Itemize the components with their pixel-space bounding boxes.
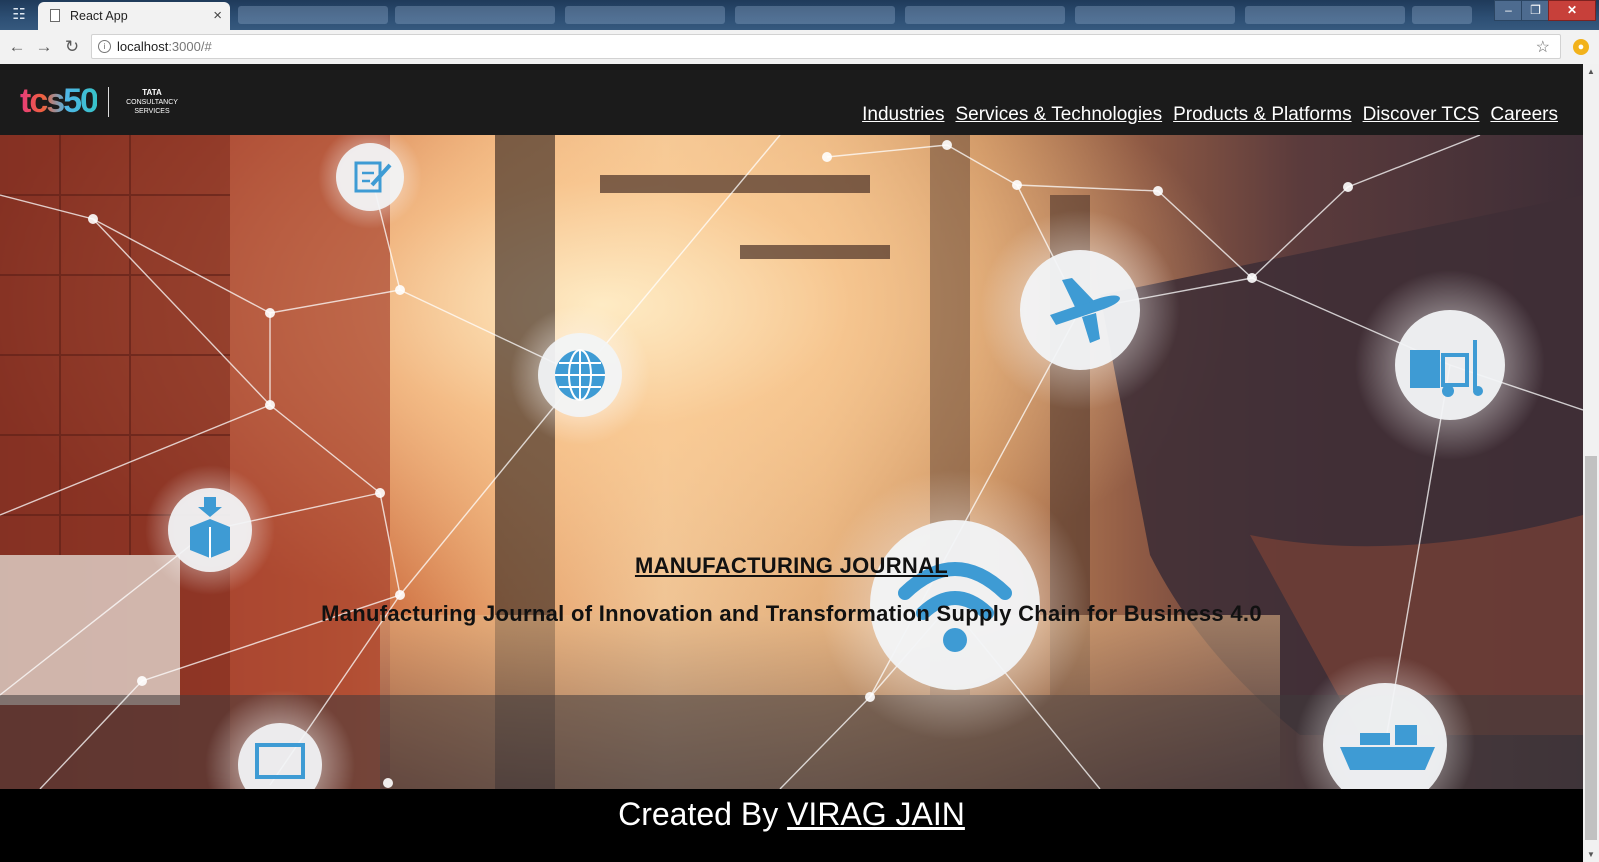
back-icon[interactable]: ←	[6, 36, 28, 58]
footer-credit: Created By VIRAG JAIN	[0, 796, 1583, 833]
apps-icon[interactable]: ☷	[4, 4, 34, 26]
tab-title: React App	[70, 9, 128, 23]
background-tab[interactable]	[1075, 6, 1235, 24]
logo-brand-line1: TATA	[142, 88, 162, 97]
url-host: localhost	[117, 39, 169, 54]
footer-prefix: Created By	[618, 796, 779, 832]
active-tab[interactable]: React App ×	[38, 2, 230, 30]
close-tab-icon[interactable]: ×	[213, 7, 222, 24]
scrollbar-thumb[interactable]	[1585, 456, 1597, 840]
logo-brand-text: TATA CONSULTANCY SERVICES	[116, 88, 188, 116]
bookmark-star-icon[interactable]: ☆	[1536, 37, 1550, 57]
new-tab-button[interactable]	[1412, 6, 1472, 24]
page-viewport: tcs50 TATA CONSULTANCY SERVICES Industri…	[0, 64, 1583, 862]
logo-mark: tcs50	[20, 82, 99, 120]
reload-icon[interactable]: ↻	[61, 36, 83, 58]
page-icon	[50, 9, 60, 22]
browser-toolbar: ← → ↻ i localhost:3000/# ☆ ●	[0, 30, 1599, 65]
window-minimize-button[interactable]: –	[1494, 0, 1523, 21]
logo-brand-line3: SERVICES	[134, 108, 170, 115]
address-bar[interactable]: i localhost:3000/# ☆	[91, 34, 1561, 59]
hero-subtitle: Manufacturing Journal of Innovation and …	[321, 601, 1262, 626]
site-footer: Created By VIRAG JAIN	[0, 789, 1583, 862]
window-maximize-button[interactable]: ❐	[1521, 0, 1550, 21]
logo-brand-line2: CONSULTANCY	[126, 99, 178, 106]
scroll-down-arrow-icon[interactable]: ▼	[1583, 847, 1599, 862]
background-tab[interactable]	[565, 6, 725, 24]
nav-discover-tcs[interactable]: Discover TCS	[1363, 104, 1480, 126]
nav-industries[interactable]: Industries	[862, 104, 944, 126]
background-tab[interactable]	[238, 6, 388, 24]
background-tab[interactable]	[905, 6, 1065, 24]
url-path: :3000/#	[168, 39, 212, 54]
background-tab[interactable]	[395, 6, 555, 24]
logo-divider	[108, 87, 109, 117]
nav-services-technologies[interactable]: Services & Technologies	[955, 104, 1162, 126]
scroll-up-arrow-icon[interactable]: ▲	[1583, 64, 1599, 79]
hero-banner: MANUFACTURING JOURNAL Manufacturing Jour…	[0, 135, 1583, 789]
forward-icon[interactable]: →	[33, 36, 55, 58]
vertical-scrollbar[interactable]: ▲ ▼	[1583, 64, 1599, 862]
window-close-button[interactable]: ✕	[1548, 0, 1596, 21]
author-link[interactable]: VIRAG JAIN	[787, 796, 965, 832]
main-nav: Industries Services & Technologies Produ…	[862, 104, 1558, 126]
hero-title[interactable]: MANUFACTURING JOURNAL	[0, 553, 1583, 579]
nav-products-platforms[interactable]: Products & Platforms	[1173, 104, 1351, 126]
browser-tab-strip: ☷ React App × – ❐ ✕	[0, 0, 1599, 30]
background-tab[interactable]	[735, 6, 895, 24]
hero-text: MANUFACTURING JOURNAL Manufacturing Jour…	[0, 135, 1583, 789]
url-text[interactable]: localhost:3000/#	[117, 39, 212, 54]
extension-icon[interactable]: ●	[1573, 39, 1589, 55]
background-tab[interactable]	[1245, 6, 1405, 24]
nav-careers[interactable]: Careers	[1490, 104, 1558, 126]
info-icon[interactable]: i	[98, 40, 111, 53]
site-header: tcs50 TATA CONSULTANCY SERVICES Industri…	[0, 64, 1583, 135]
